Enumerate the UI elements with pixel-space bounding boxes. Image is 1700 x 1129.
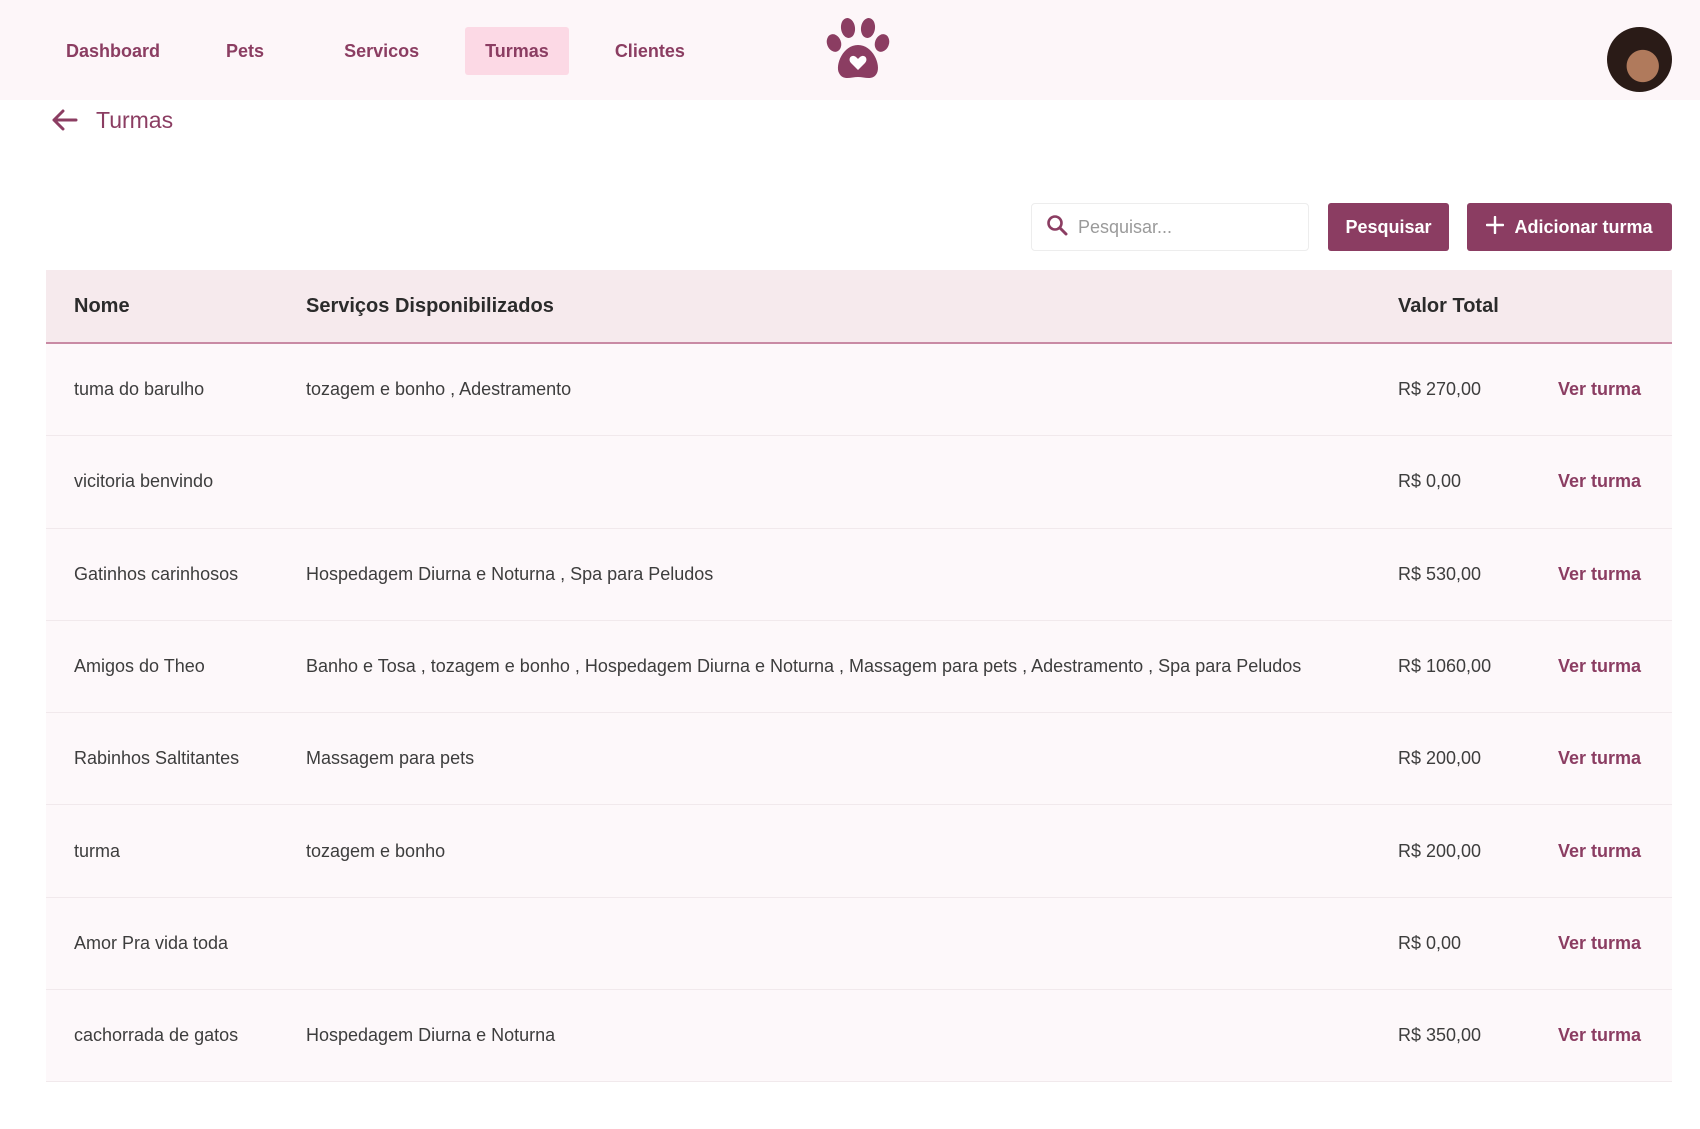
add-turma-label: Adicionar turma: [1514, 216, 1653, 237]
cell-servicos: Banho e Tosa , tozagem e bonho , Hospeda…: [306, 656, 1302, 677]
main-nav: Dashboard Pets Servicos Turmas Clientes: [46, 27, 705, 75]
ver-turma-link[interactable]: Ver turma: [1558, 564, 1641, 585]
add-turma-button[interactable]: Adicionar turma: [1467, 203, 1672, 251]
table-row: turma tozagem e bonho R$ 200,00 Ver turm…: [46, 805, 1672, 898]
table-row: Gatinhos carinhosos Hospedagem Diurna e …: [46, 528, 1672, 621]
cell-servicos: Hospedagem Diurna e Noturna: [306, 1025, 556, 1046]
cell-valor: R$ 0,00: [1398, 471, 1462, 492]
top-navigation-bar: Dashboard Pets Servicos Turmas Clientes: [0, 0, 1700, 100]
cell-servicos: Hospedagem Diurna e Noturna , Spa para P…: [306, 563, 714, 584]
cell-servicos: Massagem para pets: [306, 748, 475, 769]
cell-nome: tuma do barulho: [74, 379, 205, 400]
paw-heart-icon: [823, 15, 893, 85]
table-row: cachorrada de gatos Hospedagem Diurna e …: [46, 990, 1672, 1083]
ver-turma-link[interactable]: Ver turma: [1558, 841, 1641, 862]
cell-nome: Amigos do Theo: [74, 656, 205, 677]
cell-nome: Rabinhos Saltitantes: [74, 748, 240, 769]
table-header: Nome Serviços Disponibilizados Valor Tot…: [46, 270, 1672, 344]
search-icon: [1046, 214, 1068, 241]
table-row: tuma do barulho tozagem e bonho , Adestr…: [46, 344, 1672, 437]
cell-valor: R$ 1060,00: [1398, 656, 1492, 677]
page-title: Turmas: [96, 106, 174, 133]
cell-nome: turma: [74, 840, 121, 861]
turmas-table: Nome Serviços Disponibilizados Valor Tot…: [46, 270, 1672, 1083]
table-row: Amor Pra vida toda R$ 0,00 Ver turma: [46, 897, 1672, 991]
search-box[interactable]: [1031, 203, 1309, 251]
nav-item-dashboard[interactable]: Dashboard: [46, 27, 180, 75]
table-row: vicitoria benvindo R$ 0,00 Ver turma: [46, 436, 1672, 529]
user-avatar[interactable]: [1607, 27, 1672, 92]
page-header: Turmas: [48, 100, 173, 140]
cell-valor: R$ 200,00: [1398, 840, 1482, 861]
cell-valor: R$ 350,00: [1398, 1025, 1482, 1046]
arrow-left-icon[interactable]: [48, 104, 80, 136]
nav-item-turmas[interactable]: Turmas: [465, 27, 569, 75]
nav-item-clientes[interactable]: Clientes: [595, 27, 705, 75]
header-valor-total: Valor Total: [1398, 294, 1499, 317]
cell-valor: R$ 530,00: [1398, 563, 1482, 584]
cell-valor: R$ 200,00: [1398, 748, 1482, 769]
table-row: Amigos do Theo Banho e Tosa , tozagem e …: [46, 620, 1672, 714]
header-servicos: Serviços Disponibilizados: [306, 294, 554, 317]
ver-turma-link[interactable]: Ver turma: [1558, 933, 1641, 954]
ver-turma-link[interactable]: Ver turma: [1558, 656, 1641, 677]
search-button[interactable]: Pesquisar: [1328, 203, 1449, 251]
ver-turma-link[interactable]: Ver turma: [1558, 1025, 1641, 1046]
cell-nome: Amor Pra vida toda: [74, 932, 229, 953]
cell-servicos: tozagem e bonho: [306, 840, 446, 861]
ver-turma-link[interactable]: Ver turma: [1558, 471, 1641, 492]
nav-item-pets[interactable]: Pets: [206, 27, 284, 75]
cell-nome: vicitoria benvindo: [74, 471, 214, 492]
nav-item-servicos[interactable]: Servicos: [324, 27, 439, 75]
cell-valor: R$ 0,00: [1398, 932, 1462, 953]
cell-valor: R$ 270,00: [1398, 379, 1482, 400]
cell-servicos: tozagem e bonho , Adestramento: [306, 379, 572, 400]
table-row: Rabinhos Saltitantes Massagem para pets …: [46, 713, 1672, 806]
search-input[interactable]: [1078, 216, 1278, 238]
cell-nome: Gatinhos carinhosos: [74, 563, 239, 584]
header-nome: Nome: [74, 294, 130, 317]
cell-nome: cachorrada de gatos: [74, 1025, 239, 1046]
ver-turma-link[interactable]: Ver turma: [1558, 379, 1641, 400]
plus-icon: [1486, 215, 1505, 239]
ver-turma-link[interactable]: Ver turma: [1558, 748, 1641, 769]
